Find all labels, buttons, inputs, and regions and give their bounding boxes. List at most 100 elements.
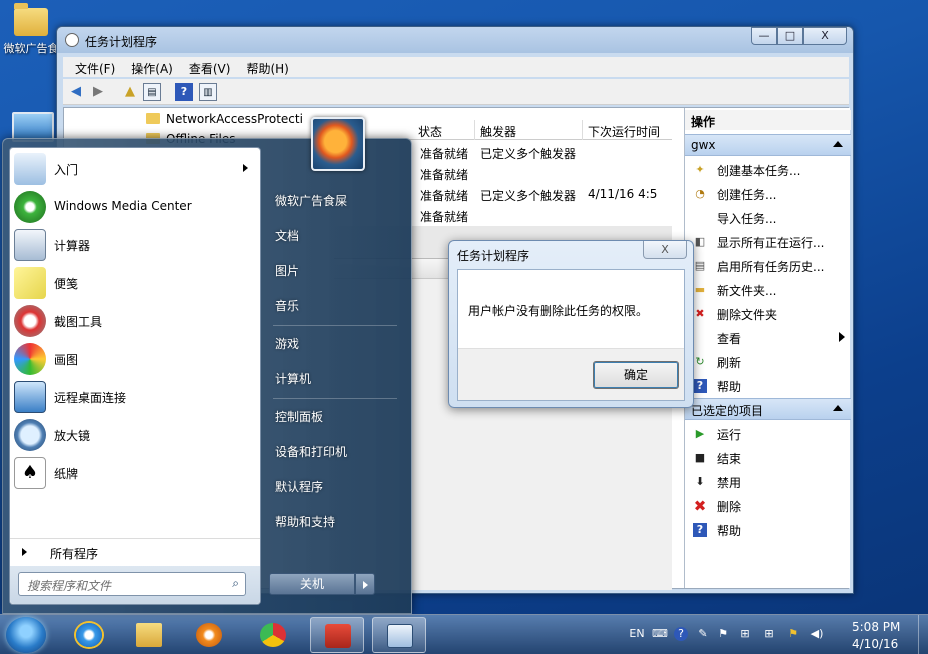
start-link-default-programs[interactable]: 默认程序 [269,471,403,501]
start-item-calculator[interactable]: 计算器 [10,226,260,264]
action-delete-folder[interactable]: ✖ 删除文件夹 [685,302,851,326]
help-icon: ? [693,379,707,393]
action-view[interactable]: 查看 [685,326,851,350]
show-hide-action-pane-icon[interactable]: ▥ [199,83,217,101]
dialog-close-button[interactable]: X [643,241,687,259]
language-indicator[interactable]: EN [628,627,646,641]
menu-view[interactable]: 查看(V) [181,57,239,77]
up-folder-icon[interactable]: ▲ [121,83,139,101]
dialog-title: 任务计划程序 [457,249,530,263]
shutdown-options-button[interactable] [355,573,375,595]
minimize-button[interactable]: — [751,27,777,45]
action-end[interactable]: ■ 结束 [685,446,851,470]
action-center-icon[interactable]: ⚑ [786,627,800,641]
action-create-basic-task[interactable]: ✦ 创建基本任务... [685,158,851,182]
toolbar: ◀ ▶ ▲ ▤ ? ▥ [63,79,849,105]
start-item-paint[interactable]: 画图 [10,340,260,378]
ok-button[interactable]: 确定 [593,361,679,389]
help-icon[interactable]: ? [175,83,193,101]
start-link-devices-printers[interactable]: 设备和打印机 [269,436,403,466]
start-link-help-support[interactable]: 帮助和支持 [269,506,403,536]
clock-icon: ◔ [695,187,705,200]
collapse-icon[interactable] [833,141,843,147]
action-disable[interactable]: ⬇ 禁用 [685,470,851,494]
start-link-documents[interactable]: 文档 [269,220,403,250]
start-link-user-folder[interactable]: 微软广告食屎 [269,185,403,215]
action-new-folder[interactable]: ▬ 新文件夹... [685,278,851,302]
close-button[interactable]: X [803,27,847,45]
action-import-task[interactable]: 导入任务... [685,206,851,230]
stop-icon: ■ [694,451,706,464]
keyboard-icon[interactable]: ⌨ [652,627,668,641]
taskbar-ie[interactable] [62,617,116,653]
user-avatar[interactable] [311,117,365,171]
start-link-control-panel[interactable]: 控制面板 [269,401,403,431]
start-item-snipping-tool[interactable]: 截图工具 [10,302,260,340]
clock-time[interactable]: 5:08 PM [852,620,900,634]
column-next-run[interactable]: 下次运行时间 [588,123,660,140]
windows-update-icon[interactable]: ⊞ [762,627,776,641]
action-enable-history[interactable]: ▤ 启用所有任务历史... [685,254,851,278]
actions-group-selected-item[interactable]: 已选定的项目 [685,398,851,420]
shutdown-button[interactable]: 关机 [269,573,355,595]
start-item-solitaire[interactable]: ♠ 纸牌 [10,454,260,492]
desktop-icon-folder[interactable]: 微软广告食 [2,2,60,56]
magnifier-icon [14,419,46,451]
column-status[interactable]: 状态 [418,123,442,140]
start-item-media-center[interactable]: Windows Media Center [10,188,260,226]
actions-group-gwx[interactable]: gwx [685,134,851,156]
help-icon[interactable]: ? [674,627,688,641]
folder-icon [146,113,160,124]
delete-icon: ✖ [695,307,705,320]
taskbar-media-player[interactable] [182,617,236,653]
menu-file[interactable]: 文件(F) [67,57,123,77]
taskbar-toolbox-app[interactable] [310,617,364,653]
action-help-selected[interactable]: ? 帮助 [685,518,851,542]
taskbar-task-scheduler[interactable] [372,617,426,653]
tree-item[interactable]: NetworkAccessProtecti [146,112,303,126]
maximize-button[interactable]: □ [777,27,803,45]
taskbar: EN ⌨ ? ✎ ⚑ ⊞ ⊞ ⚑ ◀) 5:08 PM 4/10/16 [0,614,928,654]
back-arrow-icon[interactable]: ◀ [67,83,85,101]
paint-palette-icon [14,343,46,375]
media-center-icon [14,191,46,223]
actions-pane-title: 操作 [685,110,851,130]
action-create-task[interactable]: ◔ 创建任务... [685,182,851,206]
menu-action[interactable]: 操作(A) [123,57,181,77]
menu-help[interactable]: 帮助(H) [238,57,296,77]
remote-desktop-icon [14,381,46,413]
volume-icon[interactable]: ◀) [810,627,824,641]
show-hide-tree-icon[interactable]: ▤ [143,83,161,101]
start-link-music[interactable]: 音乐 [269,290,403,320]
start-item-sticky-notes[interactable]: 便笺 [10,264,260,302]
windows-logo-icon[interactable]: ⊞ [738,627,752,641]
start-link-computer[interactable]: 计算机 [269,363,403,393]
taskbar-explorer[interactable] [122,617,176,653]
action-help[interactable]: ? 帮助 [685,374,851,398]
all-programs-button[interactable]: 所有程序 [10,538,260,564]
folder-icon [14,3,48,36]
start-item-magnifier[interactable]: 放大镜 [10,416,260,454]
search-icon[interactable]: ⌕ [232,576,239,591]
column-trigger[interactable]: 触发器 [480,123,516,140]
show-desktop-button[interactable] [918,615,928,654]
collapse-icon[interactable] [833,405,843,411]
start-link-games[interactable]: 游戏 [269,328,403,358]
forward-arrow-icon[interactable]: ▶ [89,83,107,101]
settings-icon[interactable]: ✎ [696,627,710,641]
window-titlebar[interactable]: 任务计划程序 — □ X [57,27,853,53]
search-input[interactable]: 搜索程序和文件 ⌕ [18,572,246,596]
action-refresh[interactable]: ↻ 刷新 [685,350,851,374]
down-arrow-icon: ⬇ [695,475,705,488]
action-run[interactable]: ▶ 运行 [685,422,851,446]
action-show-running[interactable]: ◧ 显示所有正在运行... [685,230,851,254]
list-header: 状态 触发器 下次运行时间 [334,120,672,140]
start-link-pictures[interactable]: 图片 [269,255,403,285]
flag-icon[interactable]: ⚑ [716,627,730,641]
action-delete[interactable]: ✖ 删除 [685,494,851,518]
clock-date[interactable]: 4/10/16 [852,637,898,651]
start-item-remote-desktop[interactable]: 远程桌面连接 [10,378,260,416]
start-item-getting-started[interactable]: 入门 [10,150,260,188]
taskbar-chrome[interactable] [246,617,300,653]
start-button[interactable] [6,617,46,653]
